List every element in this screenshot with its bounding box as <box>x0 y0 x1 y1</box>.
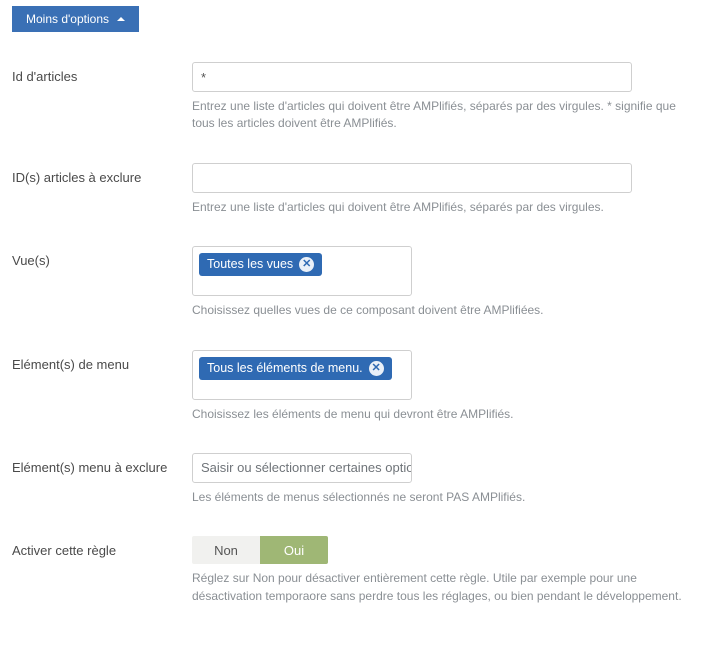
row-views: Vue(s) Toutes les vues ✕ Choisissez quel… <box>12 246 696 319</box>
label-menu-exclude: Elément(s) menu à exclure <box>12 453 192 475</box>
label-menu-items: Elément(s) de menu <box>12 350 192 372</box>
label-views: Vue(s) <box>12 246 192 268</box>
close-icon[interactable]: ✕ <box>299 257 314 272</box>
hint-exclude-ids: Entrez une liste d'articles qui doivent … <box>192 199 682 216</box>
views-tag: Toutes les vues ✕ <box>199 253 322 276</box>
menu-exclude-placeholder: Saisir ou sélectionner certaines options <box>201 460 412 475</box>
menu-exclude-select[interactable]: Saisir ou sélectionner certaines options <box>192 453 412 483</box>
menu-items-tag-label: Tous les éléments de menu. <box>207 361 363 376</box>
menu-items-tag: Tous les éléments de menu. ✕ <box>199 357 392 380</box>
fewer-options-label: Moins d'options <box>26 12 109 26</box>
label-article-ids: Id d'articles <box>12 62 192 84</box>
exclude-ids-input[interactable] <box>192 163 632 193</box>
caret-up-icon <box>117 17 125 21</box>
fewer-options-button[interactable]: Moins d'options <box>12 6 139 32</box>
label-exclude-ids: ID(s) articles à exclure <box>12 163 192 185</box>
enable-rule-toggle: Non Oui <box>192 536 328 564</box>
row-enable-rule: Activer cette règle Non Oui Réglez sur N… <box>12 536 696 605</box>
row-article-ids: Id d'articles Entrez une liste d'article… <box>12 62 696 133</box>
hint-menu-items: Choisissez les éléments de menu qui devr… <box>192 406 682 423</box>
enable-rule-yes[interactable]: Oui <box>260 536 328 564</box>
views-tagbox[interactable]: Toutes les vues ✕ <box>192 246 412 296</box>
enable-rule-no[interactable]: Non <box>192 536 260 564</box>
close-icon[interactable]: ✕ <box>369 361 384 376</box>
article-ids-input[interactable] <box>192 62 632 92</box>
hint-menu-exclude: Les éléments de menus sélectionnés ne se… <box>192 489 682 506</box>
views-tag-label: Toutes les vues <box>207 257 293 272</box>
hint-article-ids: Entrez une liste d'articles qui doivent … <box>192 98 682 133</box>
label-enable-rule: Activer cette règle <box>12 536 192 558</box>
hint-views: Choisissez quelles vues de ce composant … <box>192 302 682 319</box>
hint-enable-rule: Réglez sur Non pour désactiver entièreme… <box>192 570 682 605</box>
row-exclude-ids: ID(s) articles à exclure Entrez une list… <box>12 163 696 216</box>
menu-items-tagbox[interactable]: Tous les éléments de menu. ✕ <box>192 350 412 400</box>
row-menu-exclude: Elément(s) menu à exclure Saisir ou séle… <box>12 453 696 506</box>
row-menu-items: Elément(s) de menu Tous les éléments de … <box>12 350 696 423</box>
